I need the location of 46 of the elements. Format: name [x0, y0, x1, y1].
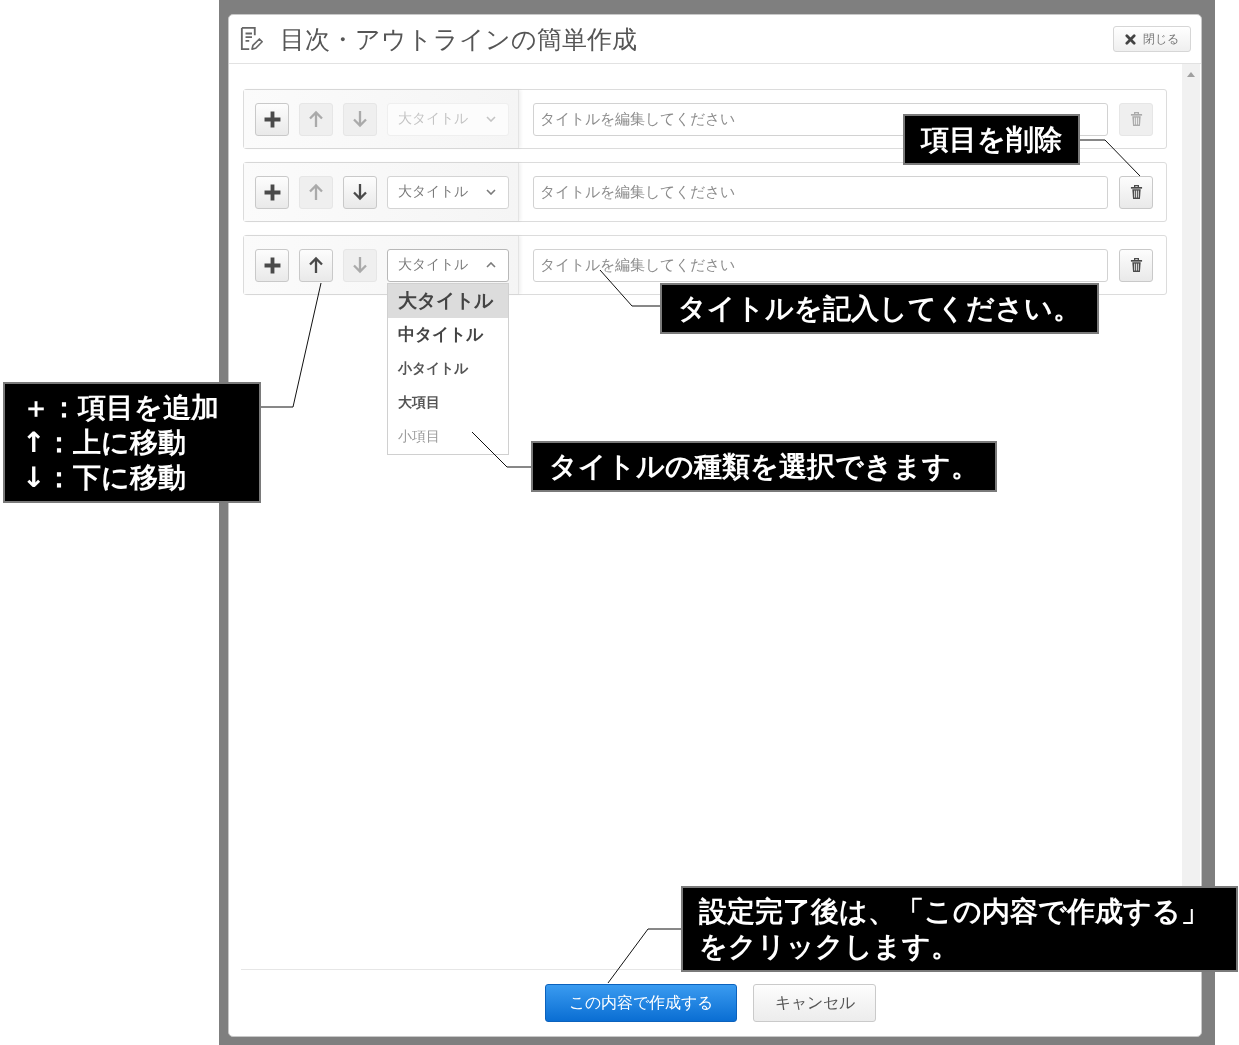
title-input[interactable]: タイトルを編集してください	[533, 248, 1108, 282]
callout-text: ↓：下に移動	[22, 460, 188, 495]
menu-option[interactable]: 小項目	[388, 419, 508, 454]
level-select[interactable]: 大タイトル	[387, 175, 509, 209]
down-arrow-icon	[352, 256, 368, 274]
menu-option[interactable]: 大項目	[388, 385, 508, 420]
add-button[interactable]	[255, 248, 289, 282]
down-arrow-icon	[352, 110, 368, 128]
level-select[interactable]: 大タイトル	[387, 248, 509, 282]
close-button[interactable]: 閉じる	[1113, 26, 1191, 52]
up-arrow-icon	[308, 183, 324, 201]
trash-icon	[1129, 257, 1143, 273]
dialog-title: 目次・アウトラインの簡単作成	[280, 23, 638, 56]
leader-line	[1079, 139, 1141, 177]
trash-icon	[1129, 184, 1143, 200]
menu-option[interactable]: 小タイトル	[388, 351, 508, 386]
close-icon	[1125, 33, 1136, 45]
scroll-up-icon	[1187, 72, 1195, 77]
menu-option[interactable]: 中タイトル	[388, 317, 508, 352]
plus-icon	[263, 110, 281, 128]
callout-text: ＋：項目を追加	[22, 390, 220, 425]
chevron-icon	[486, 262, 496, 268]
up-arrow-icon	[308, 110, 324, 128]
chevron-icon	[486, 189, 496, 195]
menu-option[interactable]: 大タイトル	[388, 283, 508, 318]
callout-text: タイトルの種類を選択できます。	[549, 449, 979, 484]
plus-icon	[263, 183, 281, 201]
delete-button[interactable]	[1119, 248, 1153, 282]
chevron-icon	[486, 116, 496, 122]
move-up-button[interactable]	[299, 248, 333, 282]
down-arrow-icon	[352, 183, 368, 201]
cancel-button[interactable]: キャンセル	[753, 984, 876, 1022]
delete-button[interactable]	[1119, 175, 1153, 209]
document-pencil-icon	[240, 27, 264, 51]
move-down-button[interactable]	[343, 175, 377, 209]
trash-icon	[1129, 111, 1143, 127]
up-arrow-icon	[308, 256, 324, 274]
title-input[interactable]: タイトルを編集してください	[533, 175, 1108, 209]
create-button[interactable]: この内容で作成する	[545, 984, 737, 1022]
leader-line	[471, 431, 532, 468]
callout-text: 設定完了後は、「この内容で作成する」をクリックします。	[699, 894, 1210, 964]
callout-text: ↑：上に移動	[22, 425, 188, 460]
callout-text: タイトルを記入してください。	[678, 291, 1081, 326]
add-button[interactable]	[255, 102, 289, 136]
plus-icon	[263, 256, 281, 274]
add-button[interactable]	[255, 175, 289, 209]
